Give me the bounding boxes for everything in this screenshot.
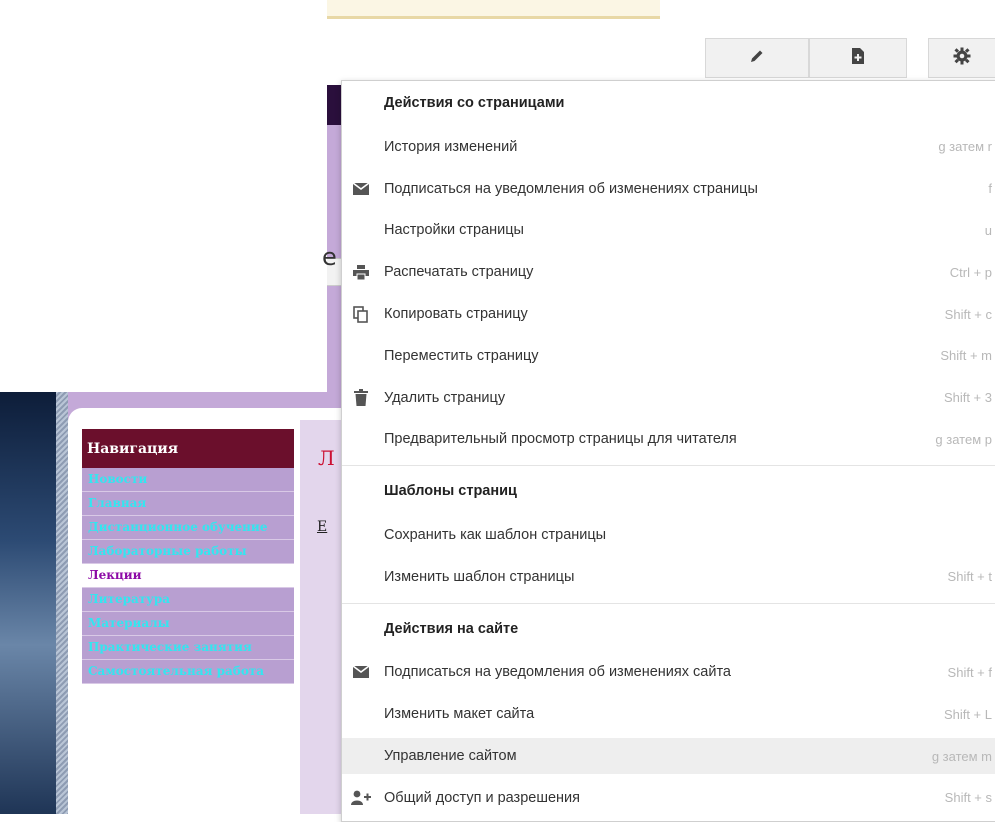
menu-item-настройки-страницы[interactable]: Настройки страницы u: [342, 212, 995, 248]
edit-page-button[interactable]: [705, 38, 809, 78]
menu-item-shortcut: g затем r: [938, 139, 992, 155]
menu-item-управление-сайтом[interactable]: Управление сайтом g затем m: [342, 738, 995, 774]
menu-separator: [342, 602, 995, 604]
new-page-button[interactable]: [809, 38, 907, 78]
menu-item-shortcut: g затем m: [931, 748, 992, 764]
sidebar-navigation: Навигация Новости Главная Дистанционное об…: [82, 429, 294, 684]
new-page-icon: [851, 47, 865, 69]
trash-icon: [351, 388, 371, 408]
menu-item-shortcut: Shift + m: [940, 348, 992, 364]
menu-item-shortcut: Shift + t: [947, 569, 992, 585]
menu-item-shortcut: Shift + s: [944, 790, 992, 806]
menu-item-подписаться-на-уведомления-об-изменениях-страницы[interactable]: Подписаться на уведомления об изменениях…: [342, 171, 995, 207]
sidebar-item-новости[interactable]: Новости: [82, 468, 294, 492]
menu-item-изменить-макет-сайта[interactable]: Изменить макет сайта Shift + L: [342, 696, 995, 732]
menu-item-label: Копировать страницу: [384, 306, 528, 322]
top-banner-strip: [327, 0, 660, 19]
content-link-fragment[interactable]: Е: [317, 519, 327, 535]
menu-item-предварительный-просмотр-страницы-для-читателя[interactable]: Предварительный просмотр страницы для чи…: [342, 421, 995, 457]
menu-item-label: Переместить страницу: [384, 347, 539, 364]
menu-item-shortcut: Shift + L: [943, 706, 992, 722]
sidebar-item-лекции[interactable]: Лекции: [82, 564, 294, 588]
menu-separator: [342, 465, 995, 467]
menu-item-общий-доступ-и-разрешения[interactable]: Общий доступ и разрешения Shift + s: [342, 780, 995, 816]
menu-item-label: Подписаться на уведомления об изменениях…: [384, 664, 731, 681]
menu-item-label: Изменить шаблон страницы: [384, 568, 575, 585]
menu-item-shortcut: g затем p: [935, 431, 992, 447]
menu-item-shortcut: Ctrl + p: [949, 264, 992, 280]
menu-item-label: Удалить страницу: [384, 389, 506, 406]
menu-item-сохранить-как-шаблон-страницы[interactable]: Сохранить как шаблон страницы: [342, 517, 995, 553]
menu-item-распечатать-страницу[interactable]: Распечатать страницу Ctrl + p: [342, 254, 995, 290]
menu-item-переместить-страницу[interactable]: Переместить страницу Shift + m: [342, 338, 995, 374]
envelope-icon: [351, 662, 371, 682]
menu-item-shortcut: f: [988, 181, 992, 197]
sidebar-item-практические-занятия[interactable]: Практические занятия: [82, 636, 294, 660]
menu-item-label: Предварительный просмотр страницы для чи…: [384, 431, 737, 448]
menu-item-label: Изменить макет сайта: [384, 706, 535, 723]
menu-item-label: Общий доступ и разрешения: [384, 789, 580, 806]
copy-icon: [351, 304, 371, 324]
envelope-icon: [351, 179, 371, 199]
sidebar-item-самостоятельная-работа[interactable]: Самостоятельная работа: [82, 660, 294, 684]
menu-item-label: Управление сайтом: [384, 748, 517, 764]
menu-item-подписаться-на-уведомления-об-изменениях-сайта[interactable]: Подписаться на уведомления об изменениях…: [342, 654, 995, 690]
menu-item-копировать-страницу[interactable]: Копировать страницу Shift + c: [342, 296, 995, 332]
background-text-fragment: е: [322, 243, 337, 271]
menu-item-удалить-страницу[interactable]: Удалить страницу Shift + 3: [342, 380, 995, 416]
menu-section-title: Действия со страницами: [384, 95, 565, 111]
menu-item-история-изменений[interactable]: История изменений g затем r: [342, 129, 995, 165]
menu-item-shortcut: u: [984, 222, 992, 238]
menu-item-label: Подписаться на уведомления об изменениях…: [384, 180, 758, 197]
sidebar-title: Навигация: [82, 429, 294, 468]
menu-section-title: Шаблоны страниц: [384, 483, 517, 500]
menu-item-label: Настройки страницы: [384, 222, 524, 239]
menu-section-title: Действия на сайте: [384, 620, 519, 637]
menu-item-shortcut: Shift + c: [944, 306, 992, 322]
menu-item-shortcut: Shift + f: [947, 664, 992, 680]
sidebar-item-главная[interactable]: Главная: [82, 492, 294, 516]
menu-item-label: Распечатать страницу: [384, 264, 534, 281]
more-actions-button[interactable]: [928, 38, 995, 78]
sidebar-item-дистанционное-обучение[interactable]: Дистанционное обучение: [82, 516, 294, 540]
gear-icon: [953, 47, 971, 70]
pencil-icon: [749, 48, 765, 69]
sidebar-item-литература[interactable]: Литература: [82, 588, 294, 612]
menu-item-label: История изменений: [384, 138, 518, 155]
add-person-icon: [351, 788, 371, 808]
printer-icon: [351, 262, 371, 282]
menu-item-изменить-шаблон-страницы[interactable]: Изменить шаблон страницы Shift + t: [342, 559, 995, 595]
sky-background-image: [0, 392, 56, 814]
page-actions-menu: Действия со страницами История изменений g…: [341, 80, 995, 822]
content-area-bg: [300, 420, 343, 814]
decorative-stripe: [56, 392, 68, 814]
content-heading-fragment: Л: [318, 446, 335, 470]
sidebar-item-материалы[interactable]: Материалы: [82, 612, 294, 636]
menu-item-shortcut: Shift + 3: [943, 390, 992, 406]
menu-item-label: Сохранить как шаблон страницы: [384, 527, 607, 543]
sidebar-item-лабораторные-работы[interactable]: Лабораторные работы: [82, 540, 294, 564]
